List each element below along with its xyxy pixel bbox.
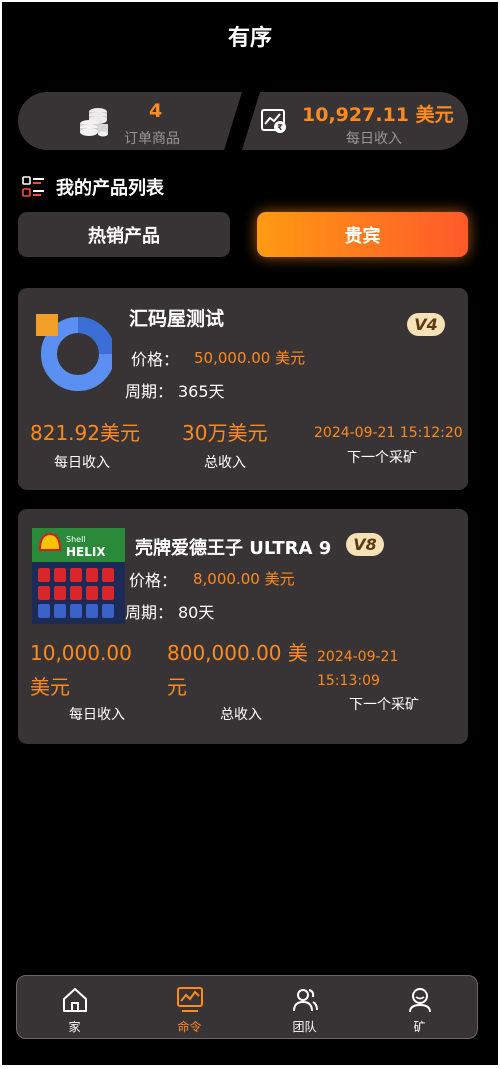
total-income-caption: 总收入: [220, 707, 262, 723]
price-value: 8,000.00 美元: [193, 570, 295, 588]
total-income-amount: 30万美元: [182, 421, 268, 445]
nav-home[interactable]: 家: [17, 976, 132, 1038]
svg-text:₹: ₹: [277, 123, 283, 132]
product-card[interactable]: Shell HELIX 壳牌爱德王子 ULTRA 9 V8 价格： 8,000.…: [18, 509, 468, 744]
income-stat-card[interactable]: ₹ 10,927.11 美元 每日收入: [242, 92, 468, 150]
nav-orders-label: 命令: [177, 1020, 202, 1034]
orders-count: 4: [149, 100, 163, 122]
list-icon: [22, 176, 44, 197]
vip-badge: V8: [346, 533, 384, 556]
product-list-header: 我的产品列表: [22, 174, 164, 200]
team-icon: [292, 989, 318, 1012]
nav-mine[interactable]: 矿: [362, 976, 477, 1038]
vip-badge: V4: [407, 313, 445, 336]
nav-home-label: 家: [68, 1020, 81, 1034]
next-mining-caption: 下一个采矿: [349, 697, 419, 713]
app-screen: 有序 4 订单商品 ₹ 10,927.11 美元 每日收入 我的产品列表 热销产…: [2, 2, 498, 1065]
tab-hot-products[interactable]: 热销产品: [18, 212, 230, 257]
period-value: 80天: [178, 603, 215, 622]
nav-orders[interactable]: 命令: [132, 976, 247, 1038]
product-name: 汇码屋测试: [129, 308, 225, 330]
shell-oil-product-image: Shell HELIX: [32, 528, 125, 624]
svg-text:HELIX: HELIX: [66, 545, 106, 559]
daily-income-value: 10,927.11 美元: [302, 104, 454, 126]
period-value: 365天: [178, 382, 225, 401]
svg-text:Shell: Shell: [66, 535, 86, 544]
nav-team-label: 团队: [292, 1020, 317, 1034]
orders-chart-icon: [176, 987, 203, 1012]
bottom-nav: 家 命令 团队 矿: [16, 975, 478, 1039]
orders-label: 订单商品: [124, 131, 180, 147]
page-title: 有序: [227, 26, 272, 51]
next-mining-caption: 下一个采矿: [347, 450, 417, 466]
coins-icon: [80, 108, 108, 137]
daily-income-caption: 每日收入: [69, 707, 125, 723]
next-mining-time: 2024-09-21 15:12:20: [314, 425, 463, 441]
chart-icon: ₹: [261, 109, 286, 133]
profile-icon: [408, 988, 431, 1013]
price-label: 价格：: [129, 571, 178, 590]
donut-product-image: [36, 314, 112, 391]
home-icon: [62, 988, 87, 1012]
total-income-amount: 800,000.00 美元: [167, 641, 308, 699]
product-card[interactable]: 汇码屋测试 V4 价格： 50,000.00 美元 周期： 365天 821.9…: [18, 288, 468, 490]
daily-income-label: 每日收入: [346, 131, 402, 147]
nav-mine-label: 矿: [413, 1020, 426, 1034]
section-title: 我的产品列表: [56, 178, 164, 199]
orders-stat-card[interactable]: 4 订单商品: [18, 92, 242, 150]
nav-team[interactable]: 团队: [247, 976, 362, 1038]
price-value: 50,000.00 美元: [194, 349, 306, 367]
tab-vip[interactable]: 贵宾: [257, 212, 468, 257]
next-mining-time: 2024-09-21 15:13:09: [317, 649, 399, 689]
price-label: 价格：: [131, 350, 180, 369]
daily-income-amount: 10,000.00 美元: [30, 641, 132, 699]
total-income-caption: 总收入: [204, 455, 246, 471]
daily-income-amount: 821.92美元: [30, 421, 140, 445]
period-label: 周期：: [125, 382, 174, 401]
period-label: 周期：: [125, 603, 174, 622]
daily-income-caption: 每日收入: [54, 455, 110, 471]
product-name: 壳牌爱德王子 ULTRA 9: [135, 538, 332, 559]
